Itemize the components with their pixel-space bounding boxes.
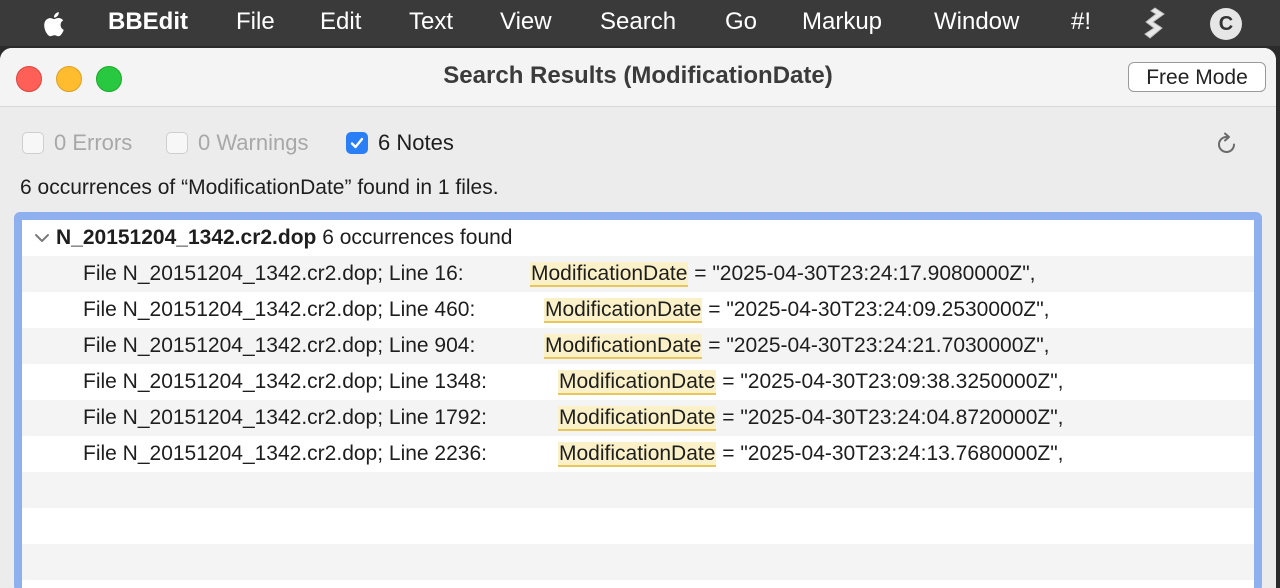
result-text: ModificationDate = "2025-04-30T23:24:13.… (558, 442, 1064, 467)
menu-scripts[interactable]: #! (1071, 8, 1091, 36)
menu-markup[interactable]: Markup (802, 8, 882, 36)
result-location: File N_20151204_1342.cr2.dop; Line 1348: (83, 370, 487, 393)
warnings-checkbox[interactable]: 0 Warnings (166, 130, 308, 156)
empty-row (22, 472, 1254, 508)
result-row[interactable]: File N_20151204_1342.cr2.dop; Line 1792:… (22, 400, 1254, 436)
chevron-down-icon[interactable] (34, 230, 50, 246)
match-rest: = "2025-04-30T23:24:13.7680000Z", (716, 442, 1064, 465)
checkmark-icon (350, 137, 364, 149)
match-highlight: ModificationDate (544, 298, 703, 323)
result-text: ModificationDate = "2025-04-30T23:24:17.… (530, 262, 1036, 287)
result-location: File N_20151204_1342.cr2.dop; Line 16: (83, 262, 464, 285)
menu-file[interactable]: File (236, 8, 275, 36)
result-text: ModificationDate = "2025-04-30T23:24:21.… (544, 334, 1050, 359)
match-rest: = "2025-04-30T23:24:04.8720000Z", (716, 406, 1064, 429)
match-rest: = "2025-04-30T23:09:38.3250000Z", (716, 370, 1064, 393)
empty-row (22, 544, 1254, 580)
file-name-text: N_20151204_1342.cr2.dop (56, 226, 317, 249)
menu-bar: BBEdit File Edit Text View Search Go Mar… (0, 0, 1280, 46)
menu-go[interactable]: Go (725, 8, 757, 36)
results-summary: 6 occurrences of “ModificationDate” foun… (20, 176, 499, 199)
refresh-icon[interactable] (1214, 132, 1240, 158)
result-row[interactable]: File N_20151204_1342.cr2.dop; Line 904: … (22, 328, 1254, 364)
apple-logo-icon[interactable] (40, 9, 70, 39)
result-location: File N_20151204_1342.cr2.dop; Line 1792: (83, 406, 487, 429)
menu-text[interactable]: Text (409, 8, 453, 36)
menu-search[interactable]: Search (600, 8, 676, 36)
user-initial: C (1218, 12, 1234, 35)
result-text: ModificationDate = "2025-04-30T23:24:09.… (544, 298, 1050, 323)
errors-label: 0 Errors (54, 130, 133, 155)
result-row[interactable]: File N_20151204_1342.cr2.dop; Line 2236:… (22, 436, 1254, 472)
menu-window[interactable]: Window (934, 8, 1019, 36)
result-location: File N_20151204_1342.cr2.dop; Line 460: (83, 298, 476, 321)
result-row[interactable]: File N_20151204_1342.cr2.dop; Line 16: M… (22, 256, 1254, 292)
warnings-label: 0 Warnings (198, 130, 309, 155)
match-highlight: ModificationDate (558, 370, 717, 395)
result-row[interactable]: File N_20151204_1342.cr2.dop; Line 1348:… (22, 364, 1254, 400)
match-highlight: ModificationDate (530, 262, 689, 287)
result-text: ModificationDate = "2025-04-30T23:09:38.… (558, 370, 1064, 395)
menu-edit[interactable]: Edit (320, 8, 361, 36)
free-mode-button[interactable]: Free Mode (1128, 62, 1266, 92)
file-group-row[interactable]: N_20151204_1342.cr2.dop 6 occurrences fo… (22, 220, 1254, 256)
file-occurrence-count: 6 occurrences found (322, 226, 513, 249)
notes-checkbox[interactable]: 6 Notes (346, 130, 454, 156)
match-highlight: ModificationDate (544, 334, 703, 359)
match-rest: = "2025-04-30T23:24:09.2530000Z", (702, 298, 1050, 321)
checkbox-box (22, 132, 44, 154)
file-name: N_20151204_1342.cr2.dop 6 occurrences fo… (56, 226, 513, 250)
result-location: File N_20151204_1342.cr2.dop; Line 2236: (83, 442, 487, 465)
match-rest: = "2025-04-30T23:24:17.9080000Z", (688, 262, 1036, 285)
user-avatar-icon[interactable]: C (1210, 8, 1242, 40)
script-scroll-icon[interactable] (1140, 6, 1168, 40)
empty-row (22, 508, 1254, 544)
result-location: File N_20151204_1342.cr2.dop; Line 904: (83, 334, 476, 357)
menu-view[interactable]: View (500, 8, 552, 36)
notes-label: 6 Notes (378, 130, 454, 155)
result-text: ModificationDate = "2025-04-30T23:24:04.… (558, 406, 1064, 431)
match-highlight: ModificationDate (558, 406, 717, 431)
checkbox-box (166, 132, 188, 154)
menu-app-name[interactable]: BBEdit (108, 8, 188, 36)
errors-checkbox[interactable]: 0 Errors (22, 130, 132, 156)
search-results-window: Search Results (ModificationDate) Free M… (0, 48, 1276, 588)
result-row[interactable]: File N_20151204_1342.cr2.dop; Line 460: … (22, 292, 1254, 328)
match-highlight: ModificationDate (558, 442, 717, 467)
window-title: Search Results (ModificationDate) (443, 62, 833, 89)
checkbox-checked-box (346, 132, 368, 154)
results-list[interactable]: N_20151204_1342.cr2.dop 6 occurrences fo… (22, 220, 1254, 588)
title-bar[interactable]: Search Results (ModificationDate) Free M… (0, 48, 1276, 107)
match-rest: = "2025-04-30T23:24:21.7030000Z", (702, 334, 1050, 357)
